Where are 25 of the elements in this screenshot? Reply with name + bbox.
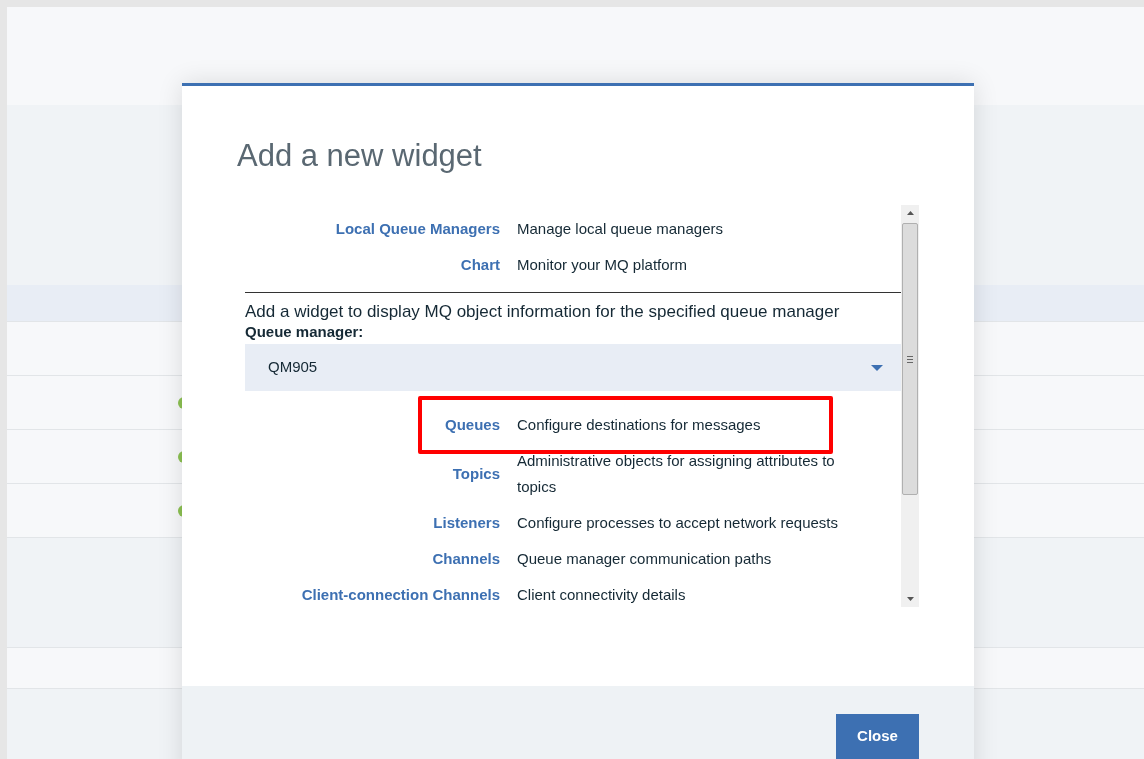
scroll-up-icon[interactable] xyxy=(906,211,914,215)
widget-description: Configure processes to accept network requests xyxy=(517,513,839,533)
close-button[interactable]: Close xyxy=(836,714,919,759)
widget-description: Client connectivity details xyxy=(517,585,687,605)
widget-link[interactable]: Listeners xyxy=(245,510,500,536)
widget-description: Configure destinations for messages xyxy=(517,415,762,435)
dialog-title: Add a new widget xyxy=(237,137,483,175)
widget-link[interactable]: Chart xyxy=(245,252,500,278)
widget-link[interactable]: Local Queue Managers xyxy=(245,216,500,242)
scroll-thumb[interactable] xyxy=(902,223,918,495)
widget-link[interactable]: Client-connection Channels xyxy=(245,582,500,607)
widget-link[interactable]: Topics xyxy=(245,461,500,487)
widget-description: Administrative objects for assigning attributes to topics xyxy=(517,451,836,497)
scroll-down-icon[interactable] xyxy=(906,597,914,601)
scrollbar[interactable] xyxy=(901,205,919,607)
grip-icon xyxy=(907,355,913,363)
widget-description: Queue manager communication paths xyxy=(517,549,773,569)
queue-manager-dropdown[interactable]: QM905 xyxy=(245,344,901,391)
field-label: Queue manager: xyxy=(245,323,365,341)
widget-description: Manage local queue managers xyxy=(517,219,724,239)
widget-link[interactable]: Queues xyxy=(245,412,500,438)
widget-description: Monitor your MQ platform xyxy=(517,255,689,275)
caret-icon xyxy=(871,364,883,371)
section-intro: Add a widget to display MQ object information for the specified queue manager xyxy=(245,301,841,323)
widget-link[interactable]: Channels xyxy=(245,546,500,572)
